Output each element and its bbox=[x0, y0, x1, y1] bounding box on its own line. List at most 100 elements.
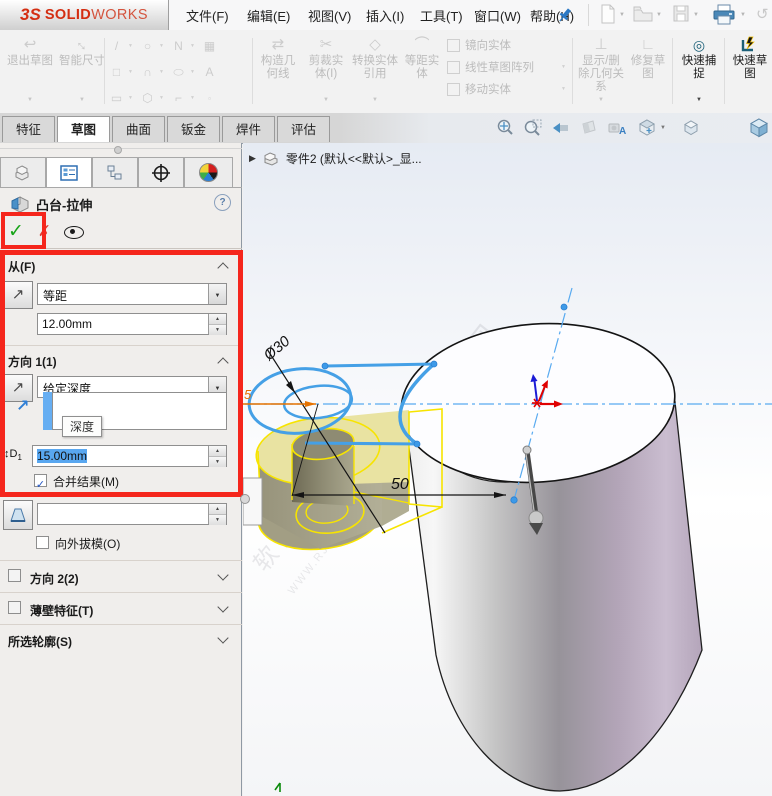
spin-down-icon[interactable]: ▼ bbox=[209, 515, 226, 525]
menu-insert[interactable]: 插入(I) bbox=[366, 6, 404, 25]
tab-evaluate[interactable]: 评估 bbox=[277, 116, 330, 142]
display-style-icon[interactable] bbox=[636, 117, 658, 139]
tab-sheet-metal[interactable]: 钣金 bbox=[167, 116, 220, 142]
preview-eye-button[interactable] bbox=[64, 226, 84, 239]
view-settings-cube-icon[interactable] bbox=[748, 117, 770, 139]
previous-view-icon[interactable] bbox=[550, 117, 572, 139]
exit-sketch-caret[interactable]: ▼ bbox=[27, 94, 33, 109]
slot-tool-icon[interactable]: ▭ bbox=[108, 91, 125, 105]
circle-tool-icon[interactable]: ○ bbox=[139, 39, 156, 53]
menu-window[interactable]: 窗口(W) bbox=[474, 6, 521, 25]
undo-icon[interactable]: ↺ bbox=[756, 5, 769, 23]
rapid-sketch-button[interactable]: 快速草图 bbox=[728, 35, 772, 109]
convert-entities-caret[interactable]: ▼ bbox=[372, 94, 378, 109]
new-document-caret[interactable]: ▼ bbox=[619, 12, 625, 18]
display-delete-relations-button[interactable]: ⊥ 显示/删除几何关系 ▼ bbox=[578, 35, 624, 109]
menu-tools[interactable]: 工具(T) bbox=[420, 6, 463, 25]
flyout-expand-icon[interactable]: ▶ bbox=[249, 153, 256, 164]
tab-dimxpert-manager[interactable] bbox=[138, 157, 184, 188]
direction2-checkbox[interactable] bbox=[8, 569, 21, 582]
svg-text:A: A bbox=[619, 126, 626, 137]
tab-property-manager[interactable] bbox=[46, 157, 92, 188]
tab-sketch[interactable]: 草图 bbox=[57, 116, 110, 142]
ellipse-tool-icon[interactable]: ⬭ bbox=[170, 65, 187, 80]
move-entities-caret[interactable]: ▼ bbox=[561, 86, 569, 92]
section-view-icon[interactable] bbox=[578, 117, 600, 139]
fillet-tool-icon[interactable]: ⌐ bbox=[170, 91, 187, 105]
slot-tool-caret[interactable]: ▼ bbox=[128, 95, 136, 101]
tab-display-manager[interactable] bbox=[184, 157, 233, 188]
graphics-area[interactable]: 软件自学网 WWW.RJZXW.COM 软件自学网 WWW.RJZXW.COM bbox=[242, 143, 772, 796]
section-thin-feature[interactable]: 薄壁特征(T) bbox=[0, 600, 242, 620]
circle-tool-caret[interactable]: ▼ bbox=[159, 43, 167, 49]
text-tool-icon[interactable]: A bbox=[201, 65, 218, 79]
repair-sketch-button[interactable]: ∟ 修复草图 bbox=[628, 35, 668, 109]
spline-tool-icon[interactable]: N bbox=[170, 39, 187, 53]
save-caret[interactable]: ▼ bbox=[693, 12, 699, 18]
point-tool-icon[interactable]: ▫ bbox=[201, 94, 218, 103]
polygon-tool-icon[interactable]: ⬡ bbox=[139, 91, 156, 105]
menu-file[interactable]: 文件(F) bbox=[186, 6, 229, 25]
spin-up-icon[interactable]: ▲ bbox=[209, 504, 226, 515]
arc-tool-icon[interactable]: ∩ bbox=[139, 65, 156, 79]
tab-weldments[interactable]: 焊件 bbox=[222, 116, 275, 142]
construction-geometry-button[interactable]: ⇄ 构造几何线 bbox=[256, 35, 300, 109]
line-tool-caret[interactable]: ▼ bbox=[128, 43, 136, 49]
zoom-to-area-icon[interactable] bbox=[522, 117, 544, 139]
thin-feature-checkbox[interactable] bbox=[8, 601, 21, 614]
display-style-caret[interactable]: ▼ bbox=[660, 125, 666, 131]
trim-entities-caret[interactable]: ▼ bbox=[323, 94, 329, 109]
draft-angle-spinner[interactable]: ▲ ▼ bbox=[37, 503, 227, 525]
cylinder-body[interactable] bbox=[396, 315, 703, 792]
zoom-to-fit-icon[interactable] bbox=[494, 117, 516, 139]
flyout-feature-tree[interactable]: ▶ 零件2 (默认<<默认>_显... bbox=[249, 150, 422, 167]
section-selected-contours[interactable]: 所选轮廓(S) bbox=[0, 631, 242, 651]
open-document-icon[interactable] bbox=[633, 4, 653, 29]
expand-chevron-icon[interactable] bbox=[217, 632, 229, 644]
hide-show-items-icon[interactable] bbox=[680, 117, 702, 139]
view-orientation-icon[interactable]: A bbox=[606, 117, 628, 139]
pin-menu-icon[interactable] bbox=[558, 7, 572, 28]
tab-surfaces[interactable]: 曲面 bbox=[112, 116, 165, 142]
smart-dimension-button[interactable]: ↔ 智能尺寸 ▼ bbox=[58, 33, 106, 109]
section-direction2[interactable]: 方向 2(2) bbox=[0, 568, 242, 588]
rectangle-tool-caret[interactable]: ▼ bbox=[128, 69, 136, 75]
panel-splitter-grip[interactable] bbox=[114, 146, 122, 154]
model-view[interactable]: 软件自学网 WWW.RJZXW.COM 软件自学网 WWW.RJZXW.COM bbox=[242, 143, 772, 796]
print-icon[interactable] bbox=[712, 4, 736, 31]
offset-entities-button[interactable]: ⌒ 等距实体 bbox=[402, 35, 442, 109]
menu-edit[interactable]: 编辑(E) bbox=[247, 6, 290, 25]
new-document-icon[interactable] bbox=[600, 4, 616, 29]
ellipse-tool-caret[interactable]: ▼ bbox=[190, 69, 198, 75]
convert-entities-button[interactable]: ◇ 转换实体引用 ▼ bbox=[352, 35, 398, 109]
quick-snaps-caret[interactable]: ▼ bbox=[696, 94, 702, 109]
save-icon[interactable] bbox=[672, 4, 690, 29]
polygon-tool-caret[interactable]: ▼ bbox=[159, 95, 167, 101]
arc-tool-caret[interactable]: ▼ bbox=[159, 69, 167, 75]
draft-button[interactable] bbox=[3, 500, 33, 530]
tab-feature-manager[interactable] bbox=[0, 157, 46, 188]
sketch-picture-icon[interactable]: ▦ bbox=[201, 39, 218, 53]
tab-features[interactable]: 特征 bbox=[2, 116, 55, 142]
move-entities-button[interactable]: 移动实体 ▼ bbox=[447, 81, 569, 97]
print-caret[interactable]: ▼ bbox=[740, 12, 746, 18]
help-icon[interactable]: ? bbox=[214, 194, 231, 211]
linear-pattern-caret[interactable]: ▼ bbox=[561, 64, 569, 70]
tab-configuration-manager[interactable] bbox=[92, 157, 138, 188]
mirror-entities-button[interactable]: 镜向实体 bbox=[447, 37, 569, 53]
trim-entities-button[interactable]: ✂ 剪裁实体(I) ▼ bbox=[304, 35, 348, 109]
smart-dimension-caret[interactable]: ▼ bbox=[79, 94, 85, 109]
quick-snaps-button[interactable]: ◎ 快速捕捉 ▼ bbox=[678, 35, 720, 109]
expand-chevron-icon[interactable] bbox=[217, 569, 229, 581]
spline-tool-caret[interactable]: ▼ bbox=[190, 43, 198, 49]
fillet-tool-caret[interactable]: ▼ bbox=[190, 95, 198, 101]
menu-view[interactable]: 视图(V) bbox=[308, 6, 351, 25]
draft-outward-checkbox[interactable] bbox=[36, 536, 49, 549]
exit-sketch-button[interactable]: ↩ 退出草图 ▼ bbox=[6, 35, 54, 109]
open-document-caret[interactable]: ▼ bbox=[656, 12, 662, 18]
line-tool-icon[interactable]: / bbox=[108, 39, 125, 53]
expand-chevron-icon[interactable] bbox=[217, 601, 229, 613]
rectangle-tool-icon[interactable]: □ bbox=[108, 65, 125, 79]
display-delete-relations-caret[interactable]: ▼ bbox=[598, 94, 604, 109]
linear-pattern-button[interactable]: 线性草图阵列 ▼ bbox=[447, 59, 569, 75]
